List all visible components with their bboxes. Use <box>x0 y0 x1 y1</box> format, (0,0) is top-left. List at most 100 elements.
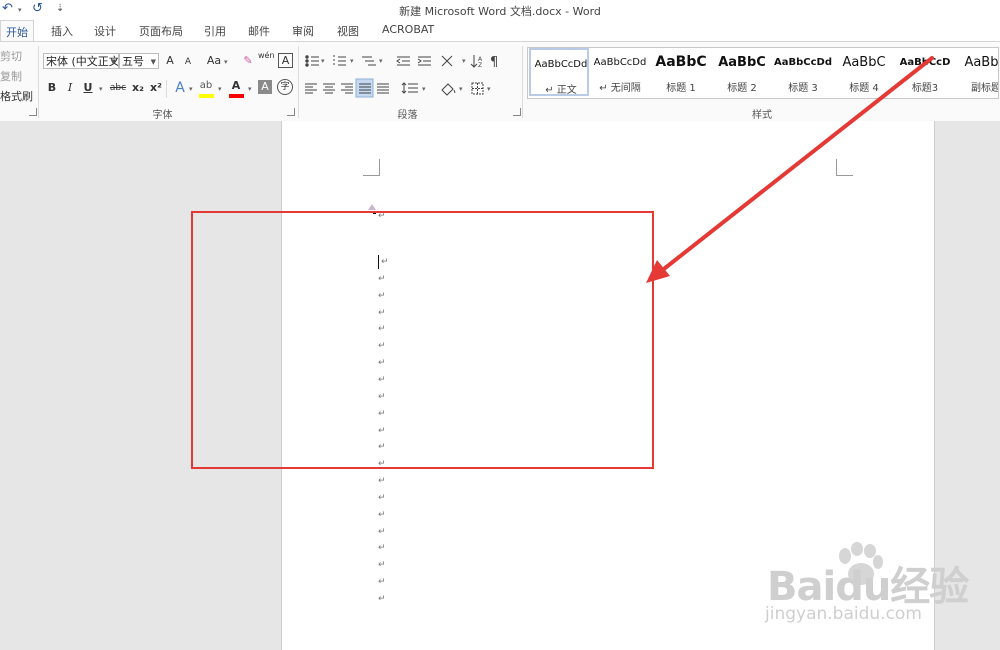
numbering-icon <box>333 55 346 66</box>
tab-references[interactable]: 引用 <box>204 23 226 39</box>
change-case-icon[interactable]: Aa <box>204 53 224 69</box>
chevron-down-icon: ▼ <box>110 58 116 66</box>
style-normal[interactable]: AaBbCcDd ↵ 正文 <box>529 48 589 96</box>
style-name: 副标题 <box>971 83 998 94</box>
strikethrough-button[interactable]: abc <box>108 80 128 96</box>
shrink-font-icon[interactable]: A <box>180 54 196 70</box>
chevron-down-icon[interactable]: ▾ <box>218 85 222 93</box>
styles-gallery: AaBbCcDd ↵ 正文 AaBbCcDd ↵ 无间隔 AaBbC 标题 1 … <box>527 47 999 99</box>
svg-text:▾: ▾ <box>321 57 325 65</box>
style-no-spacing[interactable]: AaBbCcDd ↵ 无间隔 <box>590 48 650 96</box>
font-size-value: 五号 <box>122 55 144 68</box>
tab-page-layout[interactable]: 页面布局 <box>139 23 183 39</box>
paragraph-mark: ↵ <box>378 594 386 604</box>
font-color-swatch <box>229 94 244 98</box>
style-preview: AaBbCcD <box>899 57 951 68</box>
underline-button[interactable]: U <box>80 80 96 96</box>
highlight-color-icon[interactable]: ab <box>198 78 214 94</box>
clear-formatting-icon[interactable]: ✎ <box>240 53 256 69</box>
text-effects-icon[interactable]: A <box>172 80 188 96</box>
decrease-indent-icon <box>396 56 410 66</box>
watermark-url: jingyan.baidu.com <box>765 604 922 624</box>
divider <box>166 80 167 98</box>
grow-font-icon[interactable]: A <box>162 53 178 69</box>
paragraph-group-label: 段落 <box>397 110 418 121</box>
clipboard-dialog-launcher[interactable] <box>29 108 37 116</box>
chevron-down-icon[interactable]: ▾ <box>99 85 103 93</box>
highlight-color-swatch <box>199 94 214 98</box>
tab-review[interactable]: 审阅 <box>292 23 314 39</box>
group-separator <box>38 46 39 118</box>
cut-button[interactable]: 剪切 <box>0 48 22 64</box>
paragraph-controls: AZ ¶ ▾ ▾ ▾ ▾ ▾ ▾ ▾ <box>305 55 498 98</box>
phonetic-guide-icon[interactable]: wén <box>258 51 275 67</box>
chevron-down-icon: ▼ <box>150 58 156 66</box>
subscript-button[interactable]: x₂ <box>130 80 146 96</box>
annotation-highlight-box <box>191 211 654 469</box>
font-name-value: 宋体 (中文正文) <box>46 55 119 68</box>
paragraph-mark: ↵ <box>378 476 386 486</box>
group-separator <box>298 46 299 118</box>
align-center-icon <box>323 83 335 94</box>
chevron-down-icon[interactable]: ▾ <box>248 85 252 93</box>
tab-view[interactable]: 视图 <box>337 23 359 39</box>
margin-corner-top-right <box>836 159 853 176</box>
style-subtitle[interactable]: AaBbC 副标题 <box>956 48 998 96</box>
font-name-combo[interactable]: 宋体 (中文正文) ▼ <box>43 53 119 69</box>
ribbon-tabs: 开始 插入 设计 页面布局 引用 邮件 审阅 视图 ACROBAT <box>0 20 1000 44</box>
font-dialog-launcher[interactable] <box>287 108 295 116</box>
sort-icon: AZ <box>470 55 483 69</box>
style-heading3-custom[interactable]: AaBbCcD 标题3 <box>895 48 955 96</box>
style-preview: AaBbCcDd <box>593 57 647 68</box>
svg-text:▾: ▾ <box>379 57 383 65</box>
svg-text:▾: ▾ <box>459 85 463 93</box>
tab-design[interactable]: 设计 <box>94 23 116 39</box>
title-bar: ↶ ▾ ↺ ⇣ 新建 Microsoft Word 文档.docx - Word <box>0 0 1000 20</box>
chevron-down-icon[interactable]: ▾ <box>189 85 193 93</box>
style-heading-4[interactable]: AaBbC 标题 4 <box>834 48 894 96</box>
font-size-combo[interactable]: 五号 ▼ <box>119 53 159 69</box>
paragraph-mark: ↵ <box>378 560 386 570</box>
character-border-icon[interactable]: A <box>278 53 293 68</box>
font-color-icon[interactable]: A <box>228 78 244 94</box>
style-name: 标题 4 <box>849 83 879 94</box>
tab-mailings[interactable]: 邮件 <box>248 23 270 39</box>
style-name: 标题 3 <box>788 83 818 94</box>
italic-button[interactable]: I <box>62 80 78 96</box>
format-painter-button[interactable]: 格式刷 <box>0 88 33 104</box>
align-right-icon <box>341 83 353 94</box>
paragraph-mark: ↵ <box>378 510 386 520</box>
chevron-down-icon[interactable]: ▾ <box>224 58 228 66</box>
style-preview: AaBbCcDd <box>774 57 832 68</box>
style-heading-3[interactable]: AaBbCcDd 标题 3 <box>773 48 833 96</box>
svg-text:▾: ▾ <box>422 85 426 93</box>
tab-acrobat[interactable]: ACROBAT <box>382 23 434 36</box>
group-separator <box>522 46 523 118</box>
paragraph-mark: ↵ <box>378 577 386 587</box>
indent-marker-icon[interactable] <box>368 204 376 210</box>
window-title: 新建 Microsoft Word 文档.docx - Word <box>399 5 601 18</box>
style-preview: AaBbC <box>964 55 998 70</box>
superscript-button[interactable]: x² <box>148 80 164 96</box>
style-heading-2[interactable]: AaBbC 标题 2 <box>712 48 772 96</box>
character-shading-icon[interactable]: A <box>258 80 272 94</box>
svg-text:Z: Z <box>478 62 482 69</box>
paragraph-dialog-launcher[interactable] <box>513 108 521 116</box>
copy-button[interactable]: 复制 <box>0 68 22 84</box>
font-group-label: 字体 <box>152 110 173 121</box>
style-preview: AaBbC <box>842 55 886 70</box>
bold-button[interactable]: B <box>44 80 60 96</box>
paragraph-mark: ↵ <box>378 543 386 553</box>
align-left-icon <box>305 83 317 94</box>
style-name: 标题 2 <box>727 83 757 94</box>
styles-group-label: 样式 <box>752 110 772 121</box>
tab-insert[interactable]: 插入 <box>51 23 73 39</box>
style-name: 标题 1 <box>666 83 696 94</box>
shading-icon <box>441 83 456 96</box>
style-heading-1[interactable]: AaBbC 标题 1 <box>651 48 711 96</box>
style-name: ↵ 正文 <box>545 85 577 96</box>
enclose-characters-icon[interactable]: 字 <box>277 79 293 95</box>
distributed-icon <box>377 83 389 94</box>
svg-text:¶: ¶ <box>490 55 498 70</box>
show-marks-icon: ¶ <box>490 55 498 70</box>
